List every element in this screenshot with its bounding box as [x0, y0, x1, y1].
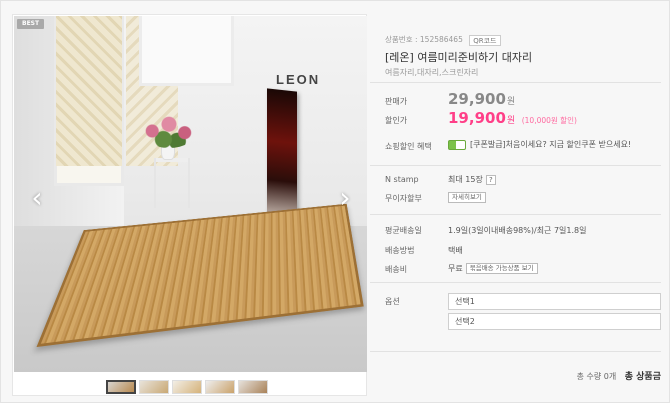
thumbnail-4[interactable]	[205, 380, 235, 394]
delivery-fee-label: 배송비	[385, 264, 407, 275]
delivery-fee-value: 무료 묶음배송 가능상품 보기	[448, 263, 538, 274]
delivery-method-label: 배송방법	[385, 245, 414, 256]
total-amount-label: 총 상품금	[625, 372, 661, 382]
prev-arrow-icon[interactable]: ‹	[28, 184, 46, 214]
product-title: [레온] 여름미리준비하기 대자리	[385, 49, 532, 65]
product-gallery: LEON BEST ‹ ›	[12, 14, 367, 396]
thumbnail-1[interactable]	[106, 380, 136, 394]
help-icon[interactable]: ?	[486, 175, 496, 185]
coupon-text[interactable]: [쿠폰발급]처음이세요? 지금 할인쿠폰 받으세요!	[470, 140, 631, 149]
main-product-image: LEON BEST ‹ ›	[14, 16, 367, 372]
product-page: LEON BEST ‹ › 상품번호 : 152586465 QR코드 [레온]…	[0, 0, 670, 403]
coupon-toggle-icon[interactable]	[448, 140, 466, 150]
product-info-panel: 상품번호 : 152586465 QR코드 [레온] 여름미리준비하기 대자리 …	[370, 14, 661, 396]
installment-value: 자세히보기	[448, 192, 486, 203]
stamp-label: N stamp	[385, 175, 419, 184]
product-code-line: 상품번호 : 152586465 QR코드	[385, 34, 501, 46]
total-summary: 총 수량 0개 총 상품금	[577, 369, 661, 382]
divider	[370, 351, 661, 352]
stamp-value: 최대 15장?	[448, 174, 496, 185]
coupon-label: 쇼핑할인 혜택	[385, 141, 432, 152]
divider	[370, 214, 661, 215]
divider	[370, 282, 661, 283]
discounted-price: 19,900원 (10,000원 할인)	[448, 109, 577, 127]
original-price: 29,900원	[448, 90, 515, 108]
discount-price-label: 할인가	[385, 115, 407, 126]
coupon-offer[interactable]: [쿠폰발급]처음이세요? 지금 할인쿠폰 받으세요!	[448, 139, 631, 150]
discount-note: (10,000원 할인)	[522, 116, 577, 125]
thumbnail-strip	[106, 380, 268, 394]
product-code: 상품번호 : 152586465	[385, 35, 463, 44]
installment-details-button[interactable]: 자세히보기	[448, 192, 486, 203]
divider	[370, 82, 661, 83]
installment-label: 무이자할부	[385, 193, 422, 204]
side-table	[154, 158, 190, 208]
avg-delivery-label: 평균배송일	[385, 225, 422, 236]
qr-code-button[interactable]: QR코드	[469, 35, 500, 46]
flowers	[141, 114, 197, 148]
thumbnail-5[interactable]	[238, 380, 268, 394]
delivery-method-value: 택배	[448, 245, 463, 256]
avg-delivery-value: 1.9일(3일이내배송98%)/최근 7일1.8일	[448, 225, 587, 236]
best-badge: BEST	[17, 19, 44, 29]
options-label: 옵션	[385, 296, 400, 307]
poster-decor	[267, 88, 297, 221]
thumbnail-3[interactable]	[172, 380, 202, 394]
thumbnail-2[interactable]	[139, 380, 169, 394]
total-quantity: 총 수량 0개	[577, 372, 617, 381]
divider	[370, 165, 661, 166]
next-arrow-icon[interactable]: ›	[336, 184, 354, 214]
option-select-1[interactable]: 선택1	[448, 293, 661, 310]
brand-logo: LEON	[276, 72, 320, 87]
option-select-2[interactable]: 선택2	[448, 313, 661, 330]
sale-price-label: 판매가	[385, 96, 407, 107]
product-keywords: 여름자리,대자리,스크린자리	[385, 67, 478, 78]
bundle-delivery-button[interactable]: 묶음배송 가능상품 보기	[466, 263, 538, 274]
